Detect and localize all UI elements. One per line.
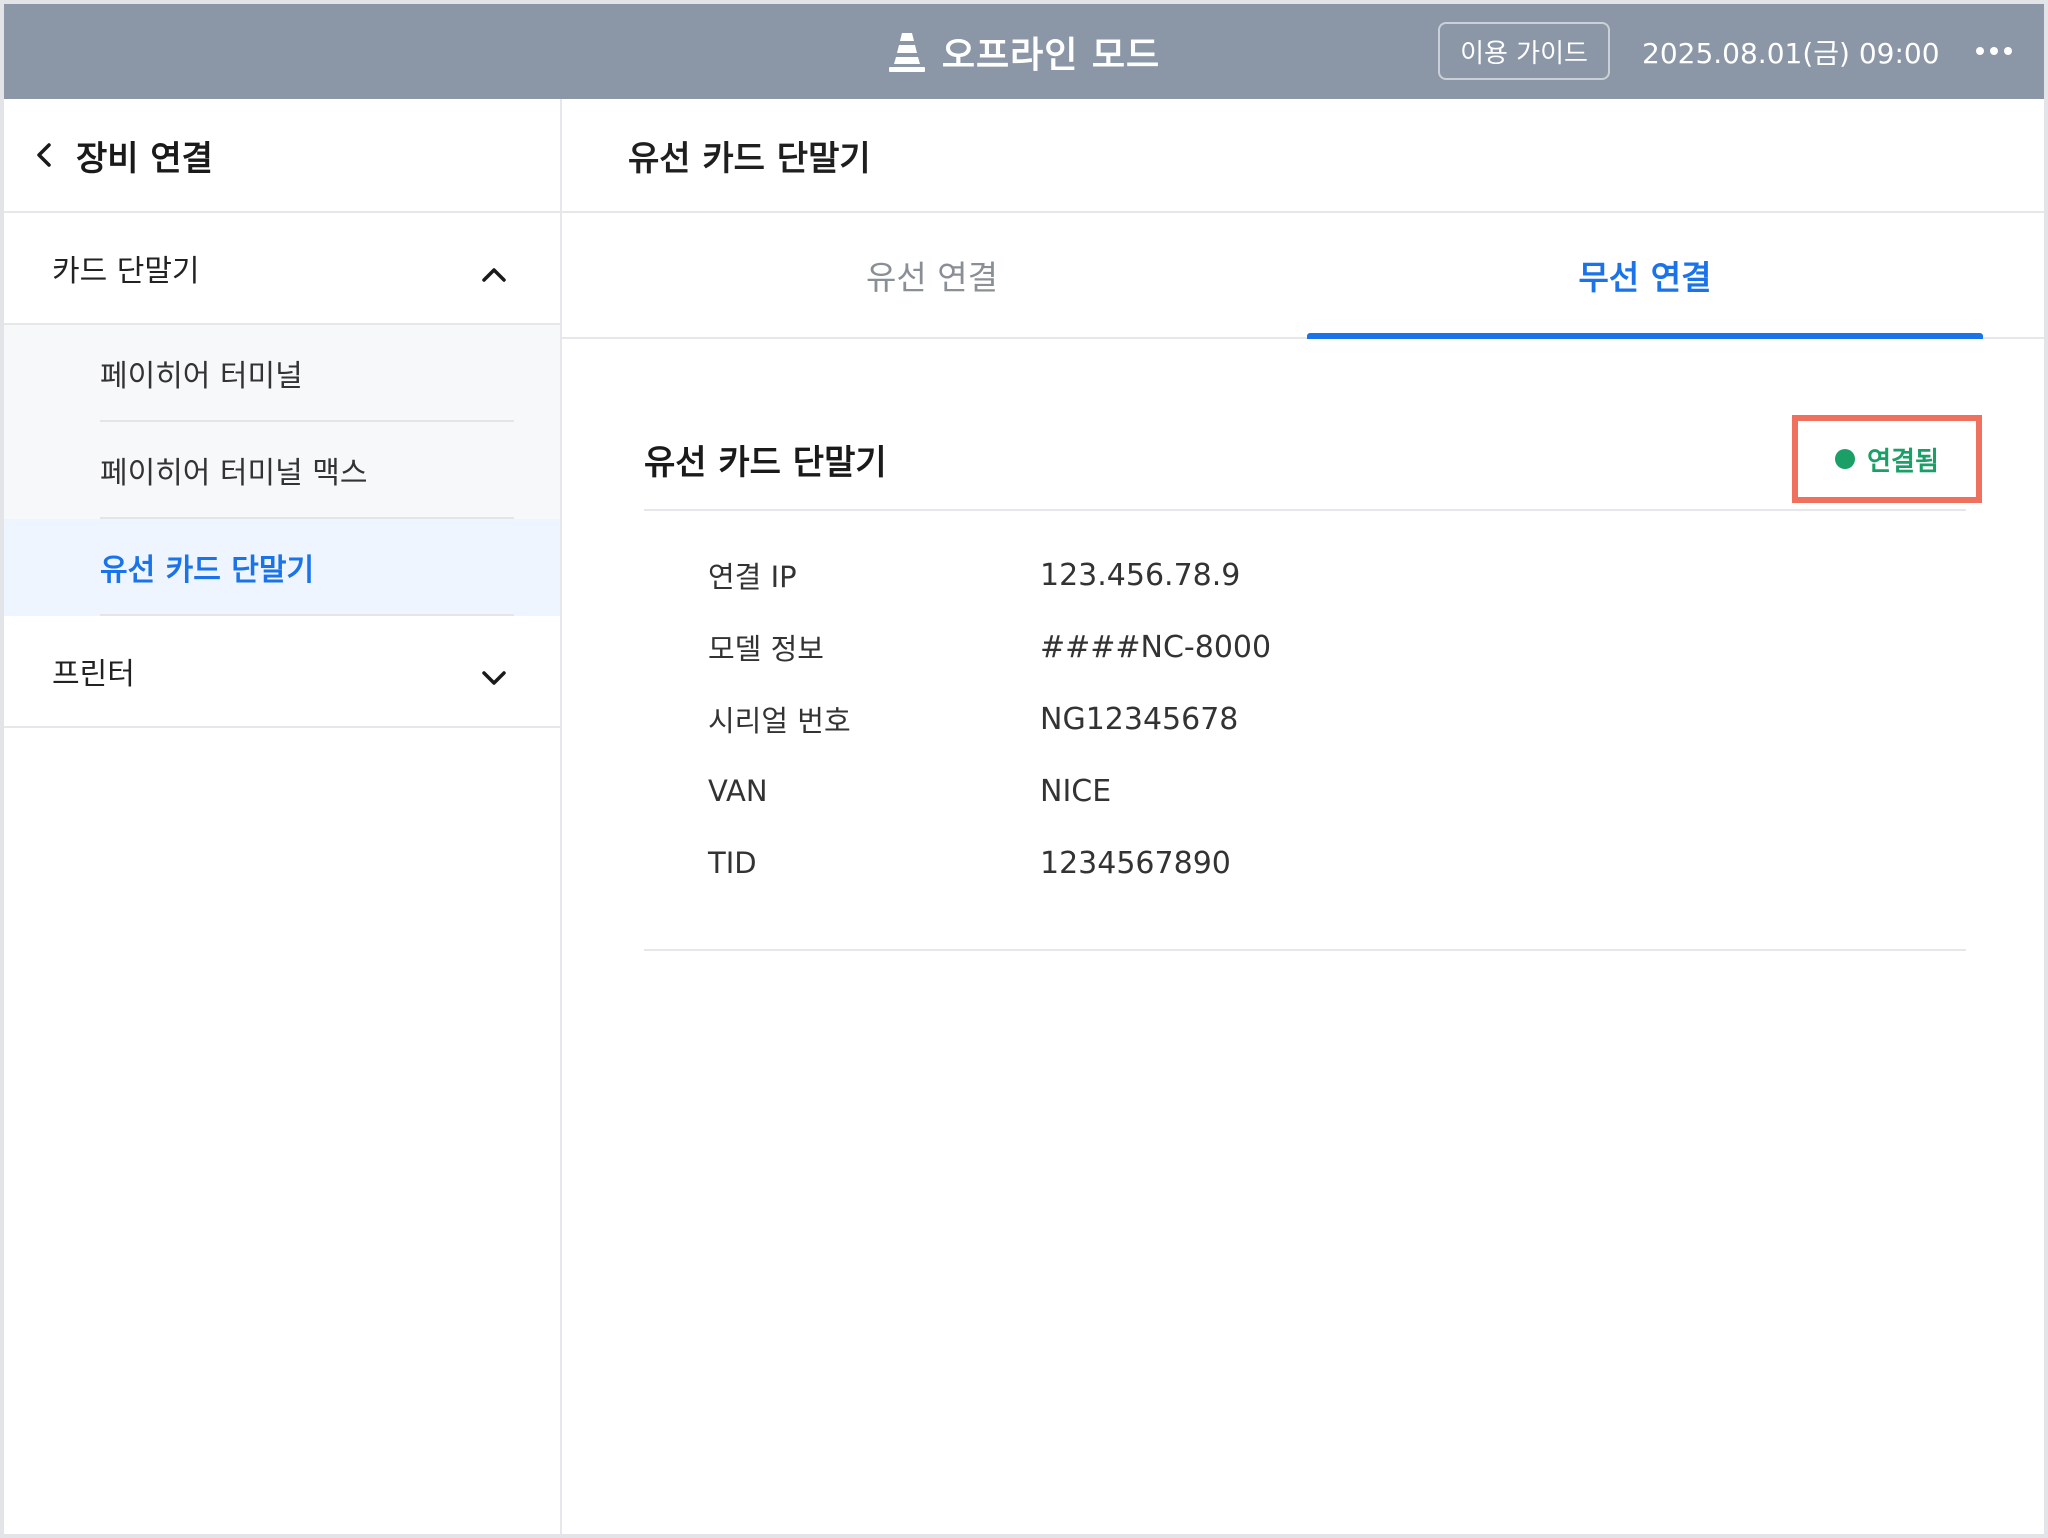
info-label: TID bbox=[708, 846, 757, 880]
info-row-van: VAN NICE bbox=[644, 755, 1966, 827]
info-value: NG12345678 bbox=[1040, 701, 1239, 737]
card-terminal-list: 페이히어 터미널 페이히어 터미널 맥스 유선 카드 단말기 bbox=[4, 325, 560, 616]
tab-wireless-connection[interactable]: 무선 연결 bbox=[1307, 213, 1983, 337]
sidebar-item-payhere-terminal[interactable]: 페이히어 터미널 bbox=[4, 325, 560, 422]
sidebar-item-payhere-terminal-max[interactable]: 페이히어 터미널 맥스 bbox=[4, 422, 560, 519]
info-value: ####NC-8000 bbox=[1040, 629, 1272, 665]
app-window: 오프라인 모드 이용 가이드 2025.08.01(금) 09:00 장비 연결… bbox=[4, 4, 2044, 1534]
current-datetime: 2025.08.01(금) 09:00 bbox=[1642, 36, 1940, 70]
info-row-tid: TID 1234567890 bbox=[644, 827, 1966, 899]
info-value: NICE bbox=[1040, 773, 1112, 809]
status-dot-icon bbox=[1835, 449, 1856, 469]
info-row-model: 모델 정보 ####NC-8000 bbox=[644, 611, 1966, 683]
sidebar-group-label: 카드 단말기 bbox=[52, 254, 200, 289]
main-panel: 유선 카드 단말기 유선 연결 무선 연결 유선 카드 단말기 연결됨 연결 I… bbox=[562, 99, 2044, 1534]
info-label: 시리얼 번호 bbox=[708, 704, 851, 738]
info-row-serial: 시리얼 번호 NG12345678 bbox=[644, 683, 1966, 755]
connection-status-text: 연결됨 bbox=[1867, 446, 1939, 477]
sidebar-item-label: 페이히어 터미널 맥스 bbox=[100, 422, 514, 519]
info-label: 모델 정보 bbox=[708, 632, 824, 666]
active-tab-indicator bbox=[1307, 333, 1983, 339]
page-title: 유선 카드 단말기 bbox=[562, 99, 2044, 213]
sidebar-header: 장비 연결 bbox=[4, 99, 560, 213]
more-icon[interactable] bbox=[1964, 26, 2024, 76]
info-label: 연결 IP bbox=[708, 560, 797, 594]
info-value: 123.456.78.9 bbox=[1040, 557, 1241, 593]
top-bar: 오프라인 모드 이용 가이드 2025.08.01(금) 09:00 bbox=[4, 4, 2044, 99]
sidebar-group-printer[interactable]: 프린터 bbox=[4, 616, 560, 728]
sidebar-item-label: 페이히어 터미널 bbox=[100, 325, 514, 422]
sidebar: 장비 연결 카드 단말기 페이히어 터미널 페이히어 터미널 맥스 유선 카드 … bbox=[4, 99, 562, 1534]
tab-wired-connection[interactable]: 유선 연결 bbox=[562, 213, 1302, 337]
chevron-down-icon bbox=[480, 661, 508, 685]
back-icon[interactable] bbox=[32, 140, 58, 170]
device-header: 유선 카드 단말기 연결됨 bbox=[644, 409, 1982, 511]
device-name: 유선 카드 단말기 bbox=[644, 442, 887, 483]
sidebar-group-label: 프린터 bbox=[52, 657, 135, 692]
sidebar-group-card-terminal[interactable]: 카드 단말기 bbox=[4, 213, 560, 325]
connection-status-badge: 연결됨 bbox=[1792, 415, 1982, 503]
usage-guide-button[interactable]: 이용 가이드 bbox=[1438, 22, 1610, 80]
offline-mode-label: 오프라인 모드 bbox=[941, 34, 1161, 76]
sidebar-item-label: 유선 카드 단말기 bbox=[100, 519, 514, 616]
info-label: VAN bbox=[708, 774, 768, 808]
sidebar-item-wired-card-terminal[interactable]: 유선 카드 단말기 bbox=[4, 519, 560, 616]
info-row-ip: 연결 IP 123.456.78.9 bbox=[644, 539, 1966, 611]
sidebar-title: 장비 연결 bbox=[76, 138, 213, 179]
chevron-up-icon bbox=[480, 258, 508, 282]
info-value: 1234567890 bbox=[1040, 845, 1231, 881]
traffic-cone-icon bbox=[888, 31, 926, 73]
connection-tabs: 유선 연결 무선 연결 bbox=[562, 213, 2044, 339]
device-info-list: 연결 IP 123.456.78.9 모델 정보 ####NC-8000 시리얼… bbox=[644, 539, 1966, 951]
